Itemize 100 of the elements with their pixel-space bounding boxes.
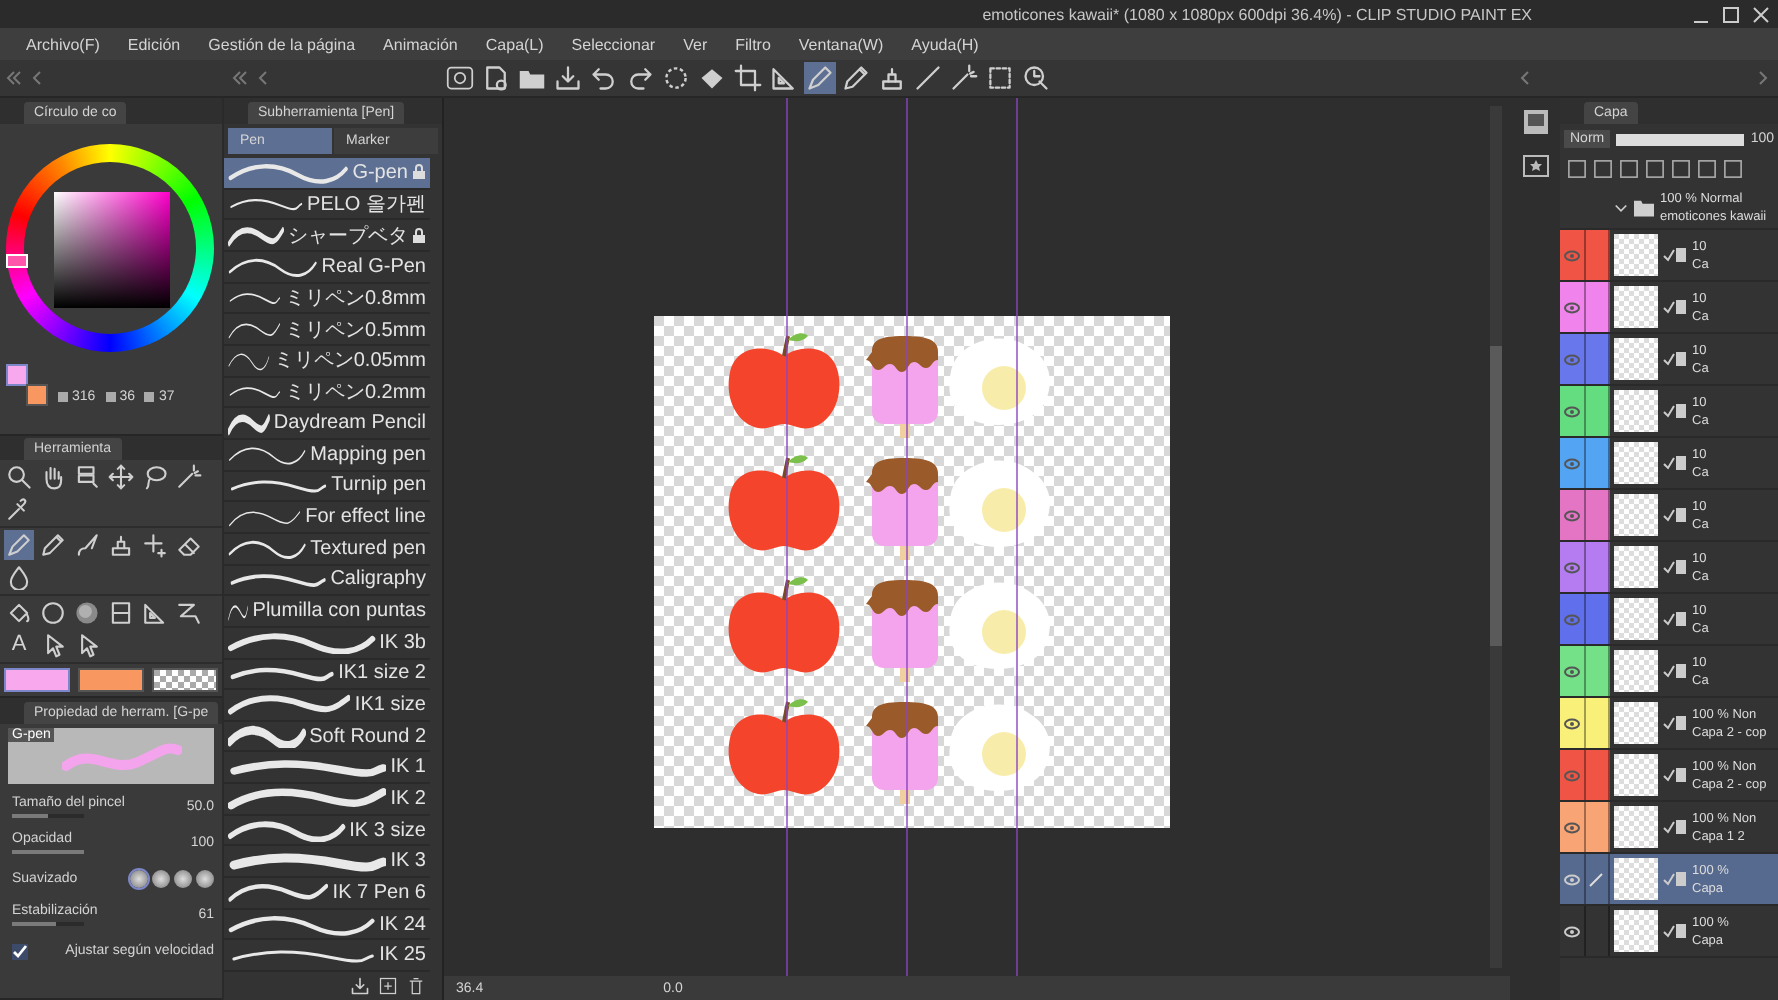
text-tool-button[interactable]: A	[4, 630, 34, 660]
brush-item[interactable]: ミリペン0.05mm	[224, 345, 430, 378]
brush-item[interactable]: For effect line	[224, 502, 430, 534]
double-chevron-icon[interactable]	[232, 70, 248, 86]
stamp-icon[interactable]	[876, 62, 908, 94]
layer-option-icon[interactable]	[1668, 156, 1694, 182]
brush-item[interactable]: Real G-Pen	[224, 251, 430, 284]
drop-icon[interactable]	[4, 562, 34, 592]
undo-icon[interactable]	[588, 62, 620, 94]
brush-icon[interactable]	[72, 530, 102, 560]
search-icon[interactable]	[4, 462, 34, 492]
sparkle-icon[interactable]	[140, 530, 170, 560]
menu-item[interactable]: Edición	[113, 35, 195, 53]
brush-item[interactable]: PELO 올가펜	[224, 189, 430, 221]
transparent-swatch[interactable]	[152, 668, 218, 692]
layer-option-icon[interactable]	[1564, 156, 1590, 182]
brush-item[interactable]: IK1 size	[224, 690, 430, 722]
close-icon[interactable]	[1752, 5, 1770, 23]
hard-edge-option[interactable]	[130, 870, 148, 888]
brush-item[interactable]: Soft Round 2	[224, 721, 430, 753]
color-swatch[interactable]	[26, 384, 48, 406]
brush-item[interactable]: Caligraphy	[224, 565, 430, 597]
brush-item[interactable]: IK 3b	[224, 627, 430, 659]
layer-option-icon[interactable]	[1616, 156, 1642, 182]
color-swatch[interactable]	[4, 668, 70, 692]
gradient-icon[interactable]	[72, 598, 102, 628]
brush-item[interactable]: Plumilla con puntas	[224, 596, 430, 628]
brush-item[interactable]: IK 3 size	[224, 815, 430, 847]
scrollbar[interactable]	[1490, 106, 1502, 968]
zigzag-icon[interactable]	[174, 598, 204, 628]
double-chevron-icon[interactable]	[6, 70, 22, 86]
eye-icon[interactable]	[1563, 821, 1580, 833]
line-icon[interactable]	[912, 62, 944, 94]
menu-item[interactable]: Seleccionar	[557, 35, 670, 53]
chevron-icon[interactable]	[1614, 201, 1628, 215]
color-swatch[interactable]	[6, 364, 28, 386]
magic-wand-icon[interactable]	[948, 62, 980, 94]
magnifier-icon[interactable]	[1020, 62, 1052, 94]
scroll-thumb[interactable]	[1490, 346, 1502, 646]
menu-item[interactable]: Animación	[369, 35, 472, 53]
layer-option-icon[interactable]	[1642, 156, 1668, 182]
eye-icon[interactable]	[1563, 717, 1580, 729]
eye-icon[interactable]	[1563, 405, 1580, 417]
opacity-slider-fill[interactable]	[1616, 133, 1745, 145]
move-icon[interactable]	[106, 462, 136, 492]
lasso-icon[interactable]	[140, 462, 170, 492]
brush-item[interactable]: ミリペン0.5mm	[224, 314, 430, 346]
crop-icon[interactable]	[732, 62, 764, 94]
ruler-icon[interactable]	[140, 598, 170, 628]
color-swatch[interactable]	[78, 668, 144, 692]
download-icon[interactable]	[350, 976, 370, 996]
menu-item[interactable]: Ver	[669, 35, 722, 53]
brush-item[interactable]: IK 24	[224, 909, 430, 941]
new-file-icon[interactable]	[480, 62, 512, 94]
menu-item[interactable]: Ventana(W)	[784, 35, 898, 53]
redo-icon[interactable]	[624, 62, 656, 94]
dashed-circle-icon[interactable]	[660, 62, 692, 94]
download-icon[interactable]	[552, 62, 584, 94]
layer-option-icon[interactable]	[1590, 156, 1616, 182]
brush-item[interactable]: ミリペン0.8mm	[224, 283, 430, 315]
menu-item[interactable]: Filtro	[721, 35, 785, 53]
triangle-icon[interactable]	[768, 62, 800, 94]
brush-stroke-drawing	[228, 317, 281, 342]
stamp-icon[interactable]	[106, 530, 136, 560]
brush-item[interactable]: IK 7 Pen 6	[224, 878, 430, 910]
color-square[interactable]	[54, 192, 170, 308]
dashed-square-icon[interactable]	[984, 62, 1016, 94]
frame-icon[interactable]	[106, 598, 136, 628]
stack-icon[interactable]	[72, 462, 102, 492]
pen-icon[interactable]	[4, 530, 34, 560]
eye-icon[interactable]	[1563, 665, 1580, 677]
menu-item[interactable]: Capa(L)	[471, 35, 558, 53]
bucket-icon[interactable]	[4, 598, 34, 628]
maximize-icon[interactable]	[1722, 5, 1740, 23]
brush-item[interactable]: IK 3	[224, 846, 430, 879]
hue-marker[interactable]	[6, 254, 28, 268]
pencil-icon[interactable]	[38, 530, 68, 560]
menu-item[interactable]: Gestión de la página	[194, 35, 370, 53]
checkbox[interactable]	[12, 943, 28, 959]
brush-item[interactable]: IK 1	[224, 752, 430, 785]
brush-item[interactable]: Mapping pen	[224, 439, 430, 472]
brush-item[interactable]: IK 25	[224, 940, 430, 972]
layer-option-icon[interactable]	[1720, 156, 1746, 182]
magic-wand-icon[interactable]	[174, 462, 204, 492]
brush-item[interactable]: IK 2	[224, 784, 430, 816]
brush-item[interactable]: G-pen	[224, 158, 430, 190]
trash-icon[interactable]	[406, 976, 426, 996]
menu-item[interactable]: Ayuda(H)	[897, 35, 993, 53]
brush-item[interactable]: Daydream Pencil	[224, 408, 430, 440]
brush-item[interactable]: ミリペン0.2mm	[224, 377, 430, 409]
brush-item[interactable]: IK1 size 2	[224, 659, 430, 691]
add-icon[interactable]	[378, 976, 398, 996]
pencil-icon[interactable]	[840, 62, 872, 94]
layer-option-icon[interactable]	[1694, 156, 1720, 182]
menu-item[interactable]: Archivo(F)	[12, 35, 114, 53]
circle-icon[interactable]	[38, 598, 68, 628]
brush-item[interactable]: Textured pen	[224, 533, 430, 566]
window-icon[interactable]	[1519, 106, 1551, 138]
brush-item[interactable]: Turnip pen	[224, 471, 430, 503]
brush-item[interactable]: シャープベタ	[224, 220, 430, 252]
